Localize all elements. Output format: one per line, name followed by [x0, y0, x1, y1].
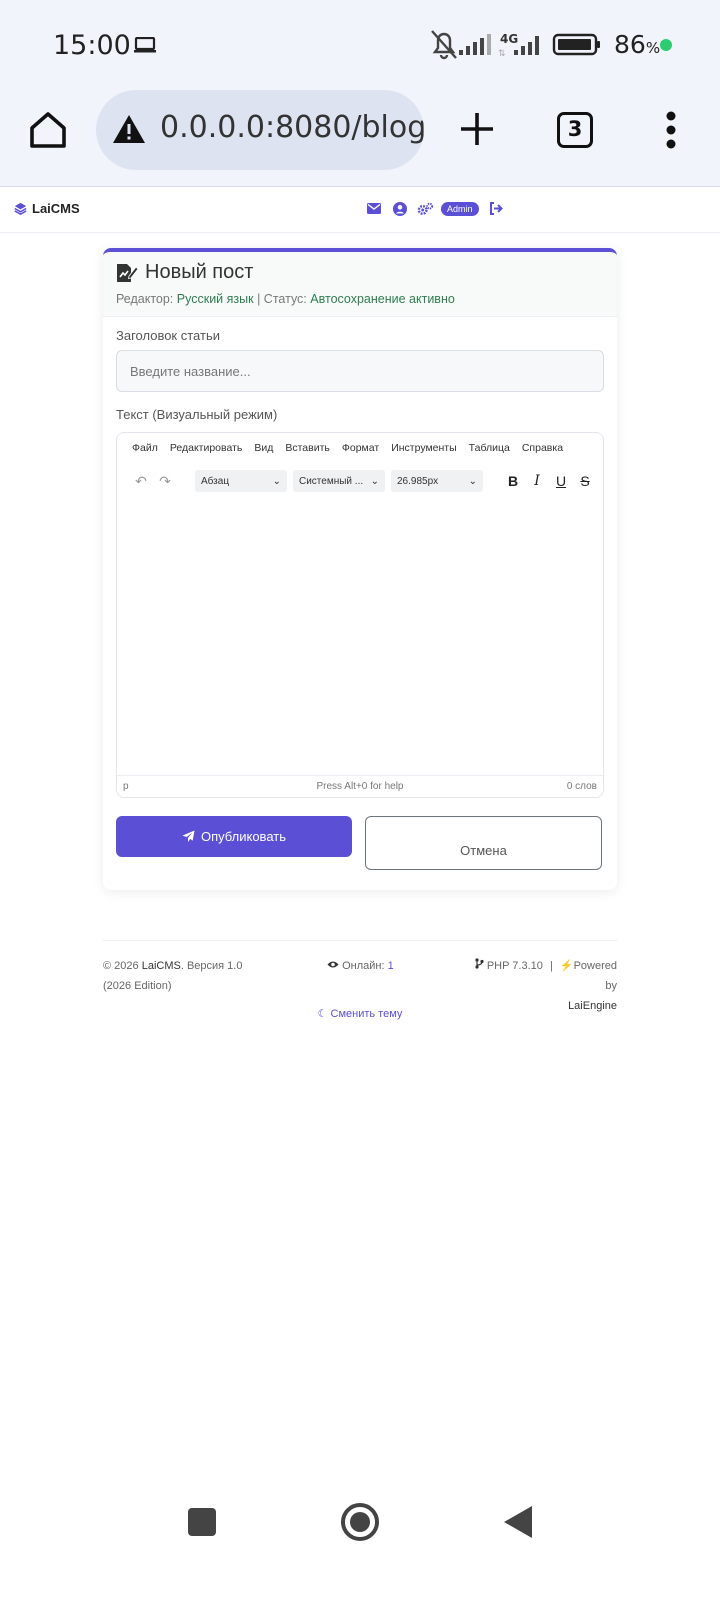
menu-edit[interactable]: Редактировать: [170, 442, 243, 454]
muted-bell-icon: [431, 30, 457, 60]
menu-table[interactable]: Таблица: [469, 442, 510, 454]
rich-text-editor: Файл Редактировать Вид Вставить Формат И…: [116, 432, 604, 798]
help-hint: Press Alt+0 for help: [316, 781, 404, 792]
logout-icon[interactable]: [488, 200, 505, 217]
moon-icon: ☾: [317, 1008, 328, 1020]
footer-divider: [103, 940, 617, 941]
status-time: 15:00: [53, 30, 131, 61]
strikethrough-icon[interactable]: S: [573, 469, 597, 493]
new-post-card: Новый пост Редактор: Русский язык | Стат…: [103, 248, 617, 890]
edit-document-icon: [117, 263, 138, 282]
admin-badge[interactable]: Admin: [441, 201, 479, 216]
redo-icon[interactable]: ↷: [153, 469, 177, 493]
card-header: Новый пост Редактор: Русский язык | Стат…: [103, 252, 617, 317]
status-bar: 15:00 4G ⇅ 86%: [0, 0, 720, 88]
home-button: [341, 1503, 379, 1541]
paper-plane-icon: [182, 830, 195, 843]
font-size-select[interactable]: 26.985px ⌄: [391, 470, 483, 492]
menu-file[interactable]: Файл: [132, 442, 158, 454]
browser-toolbar: 0.0.0.0:8080/blog/ 3: [0, 88, 720, 187]
footer-online: Онлайн: 1: [327, 956, 394, 976]
svg-text:⇅: ⇅: [498, 49, 506, 59]
svg-text:4G: 4G: [500, 32, 518, 46]
title-label: Заголовок статьи: [116, 328, 220, 343]
footer-brand-link[interactable]: LaiCMS: [142, 960, 181, 972]
messages-icon[interactable]: [365, 200, 382, 217]
undo-icon[interactable]: ↶: [129, 469, 153, 493]
editor-toolbar: ↶ ↷ Абзац ⌄ Системный ... ⌄ 26.985px ⌄ B…: [117, 463, 603, 499]
post-title-input[interactable]: [116, 350, 604, 392]
profile-icon[interactable]: [391, 200, 408, 217]
menu-insert[interactable]: Вставить: [285, 442, 330, 454]
chevron-down-icon: ⌄: [272, 475, 281, 487]
editor-statusbar: p Press Alt+0 for help 0 слов: [117, 775, 603, 797]
font-family-select[interactable]: Системный ... ⌄: [293, 470, 385, 492]
bold-icon[interactable]: B: [501, 469, 525, 493]
publish-button[interactable]: Опубликовать: [116, 816, 352, 857]
branch-icon: [475, 958, 487, 972]
warning-icon[interactable]: [112, 114, 146, 144]
laptop-icon: [134, 37, 156, 53]
editor-menubar: Файл Редактировать Вид Вставить Формат И…: [117, 433, 603, 463]
menu-tools[interactable]: Инструменты: [391, 442, 456, 454]
battery-percent: 86%: [614, 30, 661, 59]
signal-strength-icon: [459, 34, 491, 55]
address-bar[interactable]: 0.0.0.0:8080/blog/: [96, 90, 424, 170]
recents-button: [188, 1508, 216, 1536]
bolt-icon: ⚡: [559, 960, 574, 972]
new-tab-icon[interactable]: [458, 110, 496, 148]
editor-content-area[interactable]: [117, 499, 603, 775]
url-text[interactable]: 0.0.0.0:8080/blog/: [160, 110, 424, 145]
eye-icon: [327, 960, 342, 972]
menu-view[interactable]: Вид: [254, 442, 273, 454]
privacy-dot: [660, 39, 672, 51]
word-count[interactable]: 0 слов: [567, 781, 597, 792]
editor-status-line: Редактор: Русский язык | Статус: Автосох…: [116, 292, 455, 306]
block-format-select[interactable]: Абзац ⌄: [195, 470, 287, 492]
site-navbar: LaiCMS Admin: [0, 188, 720, 233]
text-label: Текст (Визуальный режим): [116, 407, 278, 422]
italic-icon[interactable]: I: [525, 469, 549, 493]
menu-help[interactable]: Справка: [522, 442, 563, 454]
settings-gears-icon[interactable]: [417, 200, 434, 217]
more-menu-icon[interactable]: [664, 110, 678, 150]
chevron-down-icon: ⌄: [468, 475, 477, 487]
underline-icon[interactable]: U: [549, 469, 573, 493]
cancel-button[interactable]: Отмена: [365, 816, 602, 870]
brand-name[interactable]: LaiCMS: [32, 201, 80, 216]
footer-copyright: © 2026 LaiCMS. Версия 1.0 (2026 Edition): [103, 960, 243, 992]
layers-icon: [14, 202, 27, 215]
page-title: Новый пост: [116, 261, 253, 284]
theme-toggle[interactable]: ☾ Сменить тему: [0, 1007, 720, 1020]
back-button: [504, 1506, 532, 1538]
menu-format[interactable]: Формат: [342, 442, 379, 454]
chevron-down-icon: ⌄: [370, 475, 379, 487]
system-nav-bar: [188, 1503, 532, 1541]
brand-link[interactable]: LaiCMS: [14, 201, 80, 216]
tab-switcher-button[interactable]: 3: [557, 112, 593, 148]
battery-icon: [552, 33, 600, 56]
home-icon[interactable]: [26, 108, 70, 152]
